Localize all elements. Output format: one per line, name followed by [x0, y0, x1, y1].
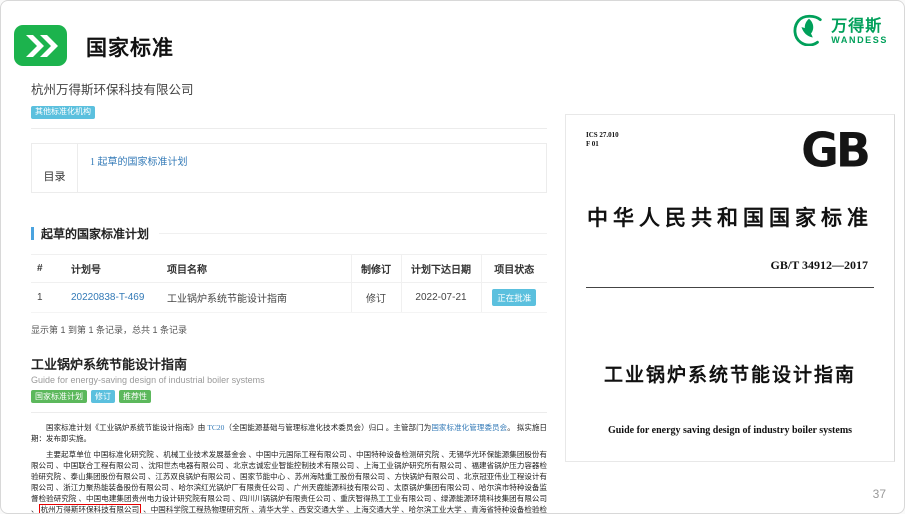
- page-number: 37: [873, 487, 886, 501]
- company-name: 杭州万得斯环保科技有限公司: [31, 79, 547, 98]
- col-project-name: 项目名称: [161, 255, 351, 283]
- standard-number: GB/T 34912—2017: [586, 258, 874, 273]
- plan-detail: 工业锅炉系统节能设计指南 Guide for energy-saving des…: [31, 354, 547, 514]
- tag-revision: 修订: [91, 390, 115, 403]
- row-index: 1: [31, 283, 65, 313]
- col-issue-date: 计划下达日期: [401, 255, 481, 283]
- col-status: 项目状态: [481, 255, 547, 283]
- brand-name-cn: 万得斯: [831, 19, 888, 36]
- webpage-screenshot: 杭州万得斯环保科技有限公司 其他标准化机构 目录 1 起草的国家标准计划 起草的…: [31, 79, 547, 514]
- col-revision: 制修订: [351, 255, 401, 283]
- brand-name-en: WANDESS: [831, 36, 888, 45]
- cover-doc-title: 工业锅炉系统节能设计指南: [586, 360, 874, 387]
- detail-tags: 国家标准计划 修订 推荐性: [31, 390, 547, 403]
- para1-text: （全国能源基础与管理标准化技术委员会）归口 。主管部门为: [224, 423, 431, 432]
- detail-subtitle-en: Guide for energy-saving design of indust…: [31, 375, 547, 385]
- toc-link-draft-plans[interactable]: 1 起草的国家标准计划: [90, 157, 188, 168]
- section-header: 起草的国家标准计划: [31, 225, 547, 242]
- divider: [31, 128, 547, 129]
- cover-title: 中华人民共和国国家标准: [586, 202, 874, 232]
- wandess-leaf-icon: [792, 14, 826, 51]
- tc20-link[interactable]: TC20: [207, 423, 224, 432]
- paragraph-plan-info: 国家标准计划《工业锅炉系统节能设计指南》由 TC20（全国能源基础与管理标准化技…: [31, 422, 547, 444]
- col-index: #: [31, 255, 65, 283]
- para1-text: 国家标准计划《工业锅炉系统节能设计指南》由: [46, 423, 207, 432]
- gb-standard-cover: ICS 27.010 F 01 GB 中华人民共和国国家标准 GB/T 3491…: [565, 114, 895, 462]
- tag-recommended: 推荐性: [119, 390, 151, 403]
- toc-label: 目录: [32, 144, 78, 192]
- cover-rule: [586, 287, 874, 288]
- divider: [31, 412, 547, 413]
- company-type-badge: 其他标准化机构: [31, 106, 95, 119]
- section-accent-bar: [31, 227, 34, 240]
- sac-link[interactable]: 国家标准化管理委员会: [431, 423, 507, 432]
- record-summary: 显示第 1 到第 1 条记录，总共 1 条记录: [31, 323, 547, 336]
- cover-doc-title-en: Guide for energy saving design of indust…: [586, 425, 874, 436]
- page-title: 国家标准: [86, 32, 174, 62]
- table-header-row: # 计划号 项目名称 制修订 计划下达日期 项目状态: [31, 255, 547, 283]
- row-issue-date: 2022-07-21: [401, 283, 481, 313]
- row-revision-type: 修订: [351, 283, 401, 313]
- highlight-company-redbox: 杭州万得斯环保科技有限公司: [39, 504, 142, 514]
- section-title: 起草的国家标准计划: [41, 225, 149, 242]
- table-row: 1 20220838-T-469 工业锅炉系统节能设计指南 修订 2022-07…: [31, 283, 547, 313]
- plan-number-link[interactable]: 20220838-T-469: [71, 292, 144, 303]
- tag-national-standard-plan: 国家标准计划: [31, 390, 87, 403]
- gb-logo: GB: [801, 122, 868, 177]
- detail-title: 工业锅炉系统节能设计指南: [31, 354, 547, 373]
- paragraph-drafting-units: 主要起草单位 中国标准化研究院 、机械工业技术发展基金会 、中国中元国际工程有限…: [31, 449, 547, 514]
- status-badge: 正在批准: [492, 289, 536, 306]
- slide: 国家标准 万得斯 WANDESS 杭州万得斯环保科技有限公司 其他标准化机构 目…: [0, 0, 905, 514]
- col-plan-no: 计划号: [65, 255, 161, 283]
- row-project-name: 工业锅炉系统节能设计指南: [161, 283, 351, 313]
- toc-box: 目录 1 起草的国家标准计划: [31, 143, 547, 193]
- brand-logo: 万得斯 WANDESS: [792, 14, 888, 51]
- double-chevron-icon: [14, 25, 67, 66]
- standard-plan-table: # 计划号 项目名称 制修订 计划下达日期 项目状态 1 20220838-T-…: [31, 254, 547, 313]
- section-rule: [159, 233, 547, 234]
